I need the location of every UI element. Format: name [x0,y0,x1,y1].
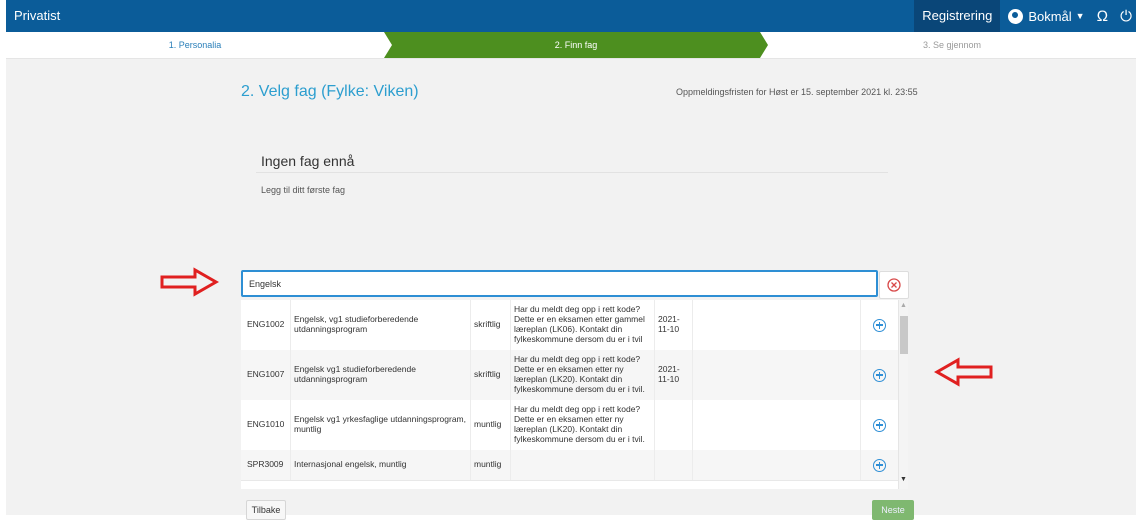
step-se-gjennom[interactable]: 3. Se gjennom [768,32,1136,58]
app-brand[interactable]: Privatist [14,8,60,23]
results-scrollbar[interactable]: ▲ ▼ [898,300,908,489]
annotation-arrow-right-icon [160,267,219,297]
add-subject-button[interactable] [861,450,898,480]
exam-date: 2021-11-10 [655,350,693,400]
scroll-up-icon[interactable]: ▲ [900,302,907,309]
table-row[interactable]: ENG1002 Engelsk, vg1 studieforberedende … [241,300,898,351]
add-subject-button[interactable] [861,300,898,350]
registrering-link[interactable]: Registrering [914,0,1001,32]
empty-cell [693,300,861,350]
empty-state-title: Ingen fag ennå [261,153,355,169]
plus-circle-icon [873,458,886,472]
wizard-steps: 1. Personalia 2. Finn fag 3. Se gjennom [6,32,1136,59]
clear-search-button[interactable] [879,271,909,299]
subject-name: Engelsk vg1 yrkesfaglige utdanningsprogr… [291,400,471,450]
empty-cell [693,450,861,480]
next-button[interactable]: Neste [872,500,914,520]
subject-name: Internasjonal engelsk, muntlig [291,450,471,480]
subject-code: ENG1010 [241,400,291,450]
search-box[interactable] [241,270,878,297]
add-subject-button[interactable] [861,350,898,400]
plus-circle-icon [873,418,886,432]
globe-icon [1008,8,1024,24]
language-selector[interactable]: Bokmål ▼ [1008,8,1085,24]
table-row[interactable]: SPR3009 Internasjonal engelsk, muntlig m… [241,450,898,481]
exam-date [655,400,693,450]
table-row[interactable]: ENG1007 Engelsk vg1 studieforberedende u… [241,350,898,401]
power-icon[interactable]: ⏻ [1120,8,1132,25]
exam-info [511,450,655,480]
subject-name: Engelsk vg1 studieforberedende utdanning… [291,350,471,400]
main-content: 2. Velg fag (Fylke: Viken) Oppmeldingsfr… [6,59,1136,520]
empty-state-subtitle: Legg til ditt første fag [261,185,346,195]
clear-icon [887,278,901,292]
empty-cell [693,400,861,450]
subject-search-input[interactable] [243,272,855,295]
subject-code: SPR3009 [241,450,291,480]
step-personalia[interactable]: 1. Personalia [6,32,384,58]
exam-date: 2021-11-10 [655,300,693,350]
exam-date [655,450,693,480]
scrollbar-thumb[interactable] [900,316,908,354]
subject-code: ENG1002 [241,300,291,350]
deadline-notice: Oppmeldingsfristen for Høst er 15. septe… [676,87,918,97]
plus-circle-icon [873,368,886,382]
subject-code: ENG1007 [241,350,291,400]
scroll-down-icon[interactable]: ▼ [900,476,907,483]
subject-name: Engelsk, vg1 studieforberedende utdannin… [291,300,471,350]
user-icon[interactable]: Ω [1097,8,1109,25]
divider [256,172,888,173]
exam-type: skriftlig [471,300,511,350]
caret-down-icon: ▼ [1075,11,1085,21]
back-button[interactable]: Tilbake [246,500,286,520]
exam-info: Har du meldt deg opp i rett kode? Dette … [511,400,655,450]
exam-info: Har du meldt deg opp i rett kode? Dette … [511,350,655,400]
annotation-arrow-left-icon [934,357,993,387]
exam-type: muntlig [471,450,511,480]
top-bar: Privatist Registrering Bokmål ▼ Ω ⏻ [6,0,1136,32]
add-subject-button[interactable] [861,400,898,450]
language-label: Bokmål [1028,8,1072,24]
exam-type: skriftlig [471,350,511,400]
page-title: 2. Velg fag (Fylke: Viken) [241,83,419,100]
exam-info: Har du meldt deg opp i rett kode? Dette … [511,300,655,350]
table-row[interactable]: ENG1010 Engelsk vg1 yrkesfaglige utdanni… [241,400,898,451]
exam-type: muntlig [471,400,511,450]
search-results: ENG1002 Engelsk, vg1 studieforberedende … [241,300,908,489]
step-finn-fag[interactable]: 2. Finn fag [384,32,768,58]
plus-circle-icon [873,318,886,332]
empty-cell [693,350,861,400]
top-bar-actions: Registrering Bokmål ▼ Ω ⏻ [914,0,1136,32]
